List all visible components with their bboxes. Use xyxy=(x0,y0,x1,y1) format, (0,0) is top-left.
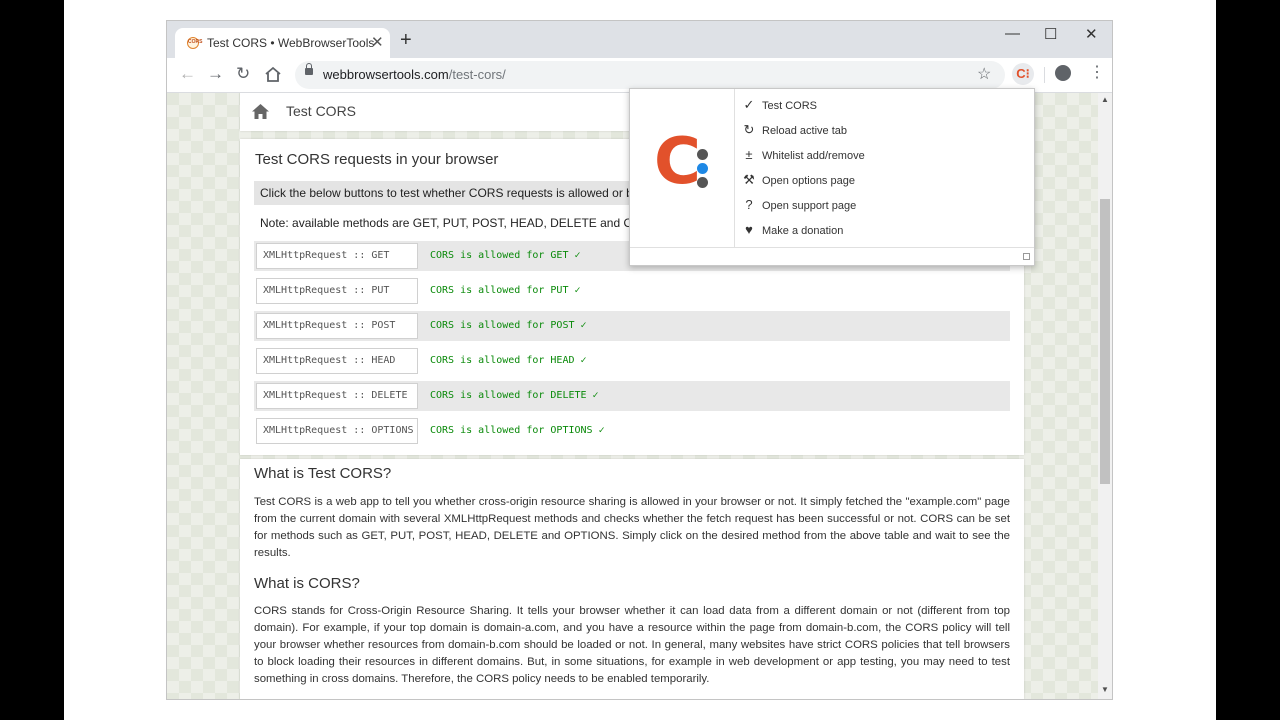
lock-icon xyxy=(305,63,313,75)
scrollbar-thumb[interactable] xyxy=(1100,199,1110,484)
new-tab-button[interactable]: + xyxy=(400,30,412,50)
method-button-head[interactable]: XMLHttpRequest :: HEAD xyxy=(256,348,418,374)
result-text: CORS is allowed for POST ✓ xyxy=(430,320,587,331)
popup-item-label: Make a donation xyxy=(762,225,844,237)
resize-icon[interactable] xyxy=(1023,253,1030,260)
method-button-post[interactable]: XMLHttpRequest :: POST xyxy=(256,313,418,339)
page-heading: Test CORS requests in your browser xyxy=(255,151,499,168)
forward-icon[interactable]: → xyxy=(207,64,224,84)
maximize-button[interactable]: ☐ xyxy=(1044,25,1057,43)
question-icon: ? xyxy=(745,197,753,212)
extension-popup: C ✓ Test CORS ↻ Reload active tab ± Whiteli… xyxy=(629,88,1035,266)
method-button-get[interactable]: XMLHttpRequest :: GET xyxy=(256,243,418,269)
popup-item-options[interactable]: ⚒ Open options page xyxy=(742,172,855,194)
popup-item-label: Open support page xyxy=(762,200,857,212)
logo-dot xyxy=(697,149,708,160)
method-row: XMLHttpRequest :: POST CORS is allowed f… xyxy=(254,311,1010,341)
popup-item-test-cors[interactable]: ✓ Test CORS xyxy=(742,97,817,119)
minimize-button[interactable]: — xyxy=(1005,25,1020,42)
method-row: XMLHttpRequest :: DELETE CORS is allowed… xyxy=(254,381,1010,411)
tab-strip: CORS Test CORS • WebBrowserTools ✕ + — ☐… xyxy=(167,21,1112,58)
what-is-test-cors-text: Test CORS is a web app to tell you wheth… xyxy=(254,496,1010,559)
result-text: CORS is allowed for OPTIONS ✓ xyxy=(430,425,605,436)
method-row: XMLHttpRequest :: PUT CORS is allowed fo… xyxy=(254,276,1010,306)
back-icon[interactable]: ← xyxy=(179,64,196,84)
result-text: CORS is allowed for GET ✓ xyxy=(430,250,581,261)
tab-test-cors[interactable]: CORS Test CORS • WebBrowserTools ✕ xyxy=(175,28,390,58)
result-text: CORS is allowed for HEAD ✓ xyxy=(430,355,587,366)
method-button-options[interactable]: XMLHttpRequest :: OPTIONS xyxy=(256,418,418,444)
popup-divider xyxy=(630,247,1034,248)
favicon-icon: CORS xyxy=(187,37,202,49)
url-text: webbrowsertools.com/test-cors/ xyxy=(323,67,506,82)
popup-item-support[interactable]: ? Open support page xyxy=(742,197,856,219)
scroll-down-icon[interactable]: ▼ xyxy=(1101,685,1109,694)
popup-item-reload[interactable]: ↻ Reload active tab xyxy=(742,122,847,144)
scrollbar[interactable]: ▲ ▼ xyxy=(1098,93,1112,699)
about-card: What is Test CORS? Test CORS is a web ap… xyxy=(240,459,1024,699)
close-window-button[interactable]: ✕ xyxy=(1085,25,1098,43)
what-is-test-cors-heading: What is Test CORS? xyxy=(254,465,392,482)
result-text: CORS is allowed for DELETE ✓ xyxy=(430,390,599,401)
menu-icon[interactable]: ⋮ xyxy=(1089,62,1105,84)
reload-icon[interactable]: ↻ xyxy=(236,64,250,84)
method-row: XMLHttpRequest :: OPTIONS CORS is allowe… xyxy=(254,416,1010,446)
popup-item-label: Whitelist add/remove xyxy=(762,150,865,162)
star-icon[interactable]: ☆ xyxy=(977,64,991,84)
home-icon[interactable] xyxy=(264,66,282,82)
tab-title: Test CORS • WebBrowserTools xyxy=(207,36,375,50)
toolbar-divider xyxy=(1044,67,1045,83)
method-button-delete[interactable]: XMLHttpRequest :: DELETE xyxy=(256,383,418,409)
methods-note: Note: available methods are GET, PUT, PO… xyxy=(260,216,641,230)
tools-icon: ⚒ xyxy=(743,172,755,187)
extension-logo: C xyxy=(630,89,735,247)
popup-item-label: Open options page xyxy=(762,175,855,187)
popup-item-label: Test CORS xyxy=(762,100,818,112)
home-icon[interactable] xyxy=(252,104,269,119)
cors-extension-icon[interactable]: C⁝ xyxy=(1012,63,1034,85)
popup-item-whitelist[interactable]: ± Whitelist add/remove xyxy=(742,147,865,169)
logo-dot xyxy=(697,177,708,188)
popup-item-donation[interactable]: ♥ Make a donation xyxy=(742,222,843,244)
logo-dot xyxy=(697,163,708,174)
what-is-cors-text: CORS stands for Cross-Origin Resource Sh… xyxy=(254,605,1010,685)
heart-icon: ♥ xyxy=(745,222,753,237)
method-row: XMLHttpRequest :: HEAD CORS is allowed f… xyxy=(254,346,1010,376)
method-button-put[interactable]: XMLHttpRequest :: PUT xyxy=(256,278,418,304)
address-bar[interactable]: webbrowsertools.com/test-cors/ xyxy=(295,61,1005,89)
breadcrumb-label: Test CORS xyxy=(286,103,357,119)
what-is-cors-heading: What is CORS? xyxy=(254,575,360,592)
logo-letter: C xyxy=(654,125,701,199)
reload-icon: ↻ xyxy=(743,122,755,137)
plus-minus-icon: ± xyxy=(745,147,753,162)
result-text: CORS is allowed for PUT ✓ xyxy=(430,285,581,296)
check-icon: ✓ xyxy=(743,97,755,112)
popup-item-label: Reload active tab xyxy=(762,125,847,137)
tab-close-icon[interactable]: ✕ xyxy=(371,33,384,51)
profile-icon[interactable] xyxy=(1055,65,1071,81)
scroll-up-icon[interactable]: ▲ xyxy=(1101,95,1109,104)
